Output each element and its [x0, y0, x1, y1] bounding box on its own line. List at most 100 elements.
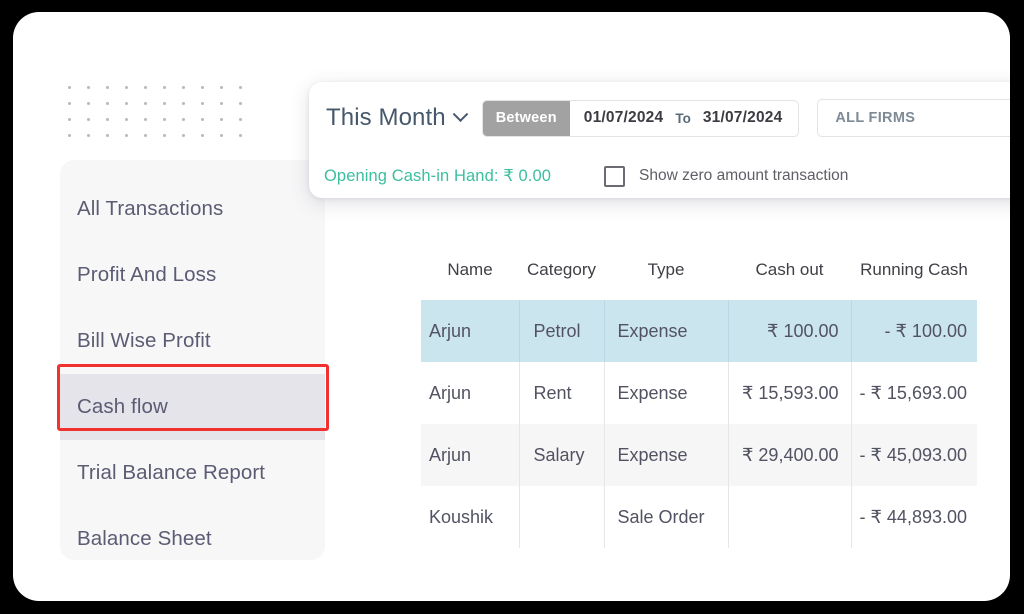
cell-name: Arjun — [421, 424, 520, 486]
dot — [163, 102, 166, 105]
dot — [163, 134, 166, 137]
dot — [220, 102, 223, 105]
cell-category: Petrol — [519, 300, 605, 362]
table-body: Arjun Petrol Expense ₹ 100.00- ₹ 100.00 Arju… — [421, 300, 977, 548]
dot — [220, 86, 223, 89]
dot — [125, 86, 128, 89]
dot — [106, 134, 109, 137]
dot — [239, 102, 242, 105]
cell-name: Arjun — [421, 300, 520, 362]
dot — [220, 134, 223, 137]
cell-category — [519, 486, 605, 548]
firm-select[interactable]: ALL FIRMS — [817, 99, 1010, 137]
sidebar-item-label: All Transactions — [77, 197, 224, 220]
sidebar-item-bill-wise-profit[interactable]: Bill Wise Profit — [60, 308, 325, 374]
dot — [125, 102, 128, 105]
dot — [163, 86, 166, 89]
dot — [87, 86, 90, 89]
filter-panel: This Month Between 01/07/2024 To 31/07/2… — [309, 82, 1010, 198]
cell-name: Arjun — [421, 362, 520, 424]
dot — [201, 134, 204, 137]
date-to-field[interactable]: 31/07/2024 — [694, 101, 799, 136]
table-row[interactable]: Arjun Petrol Expense ₹ 100.00- ₹ 100.00 — [421, 300, 977, 362]
dot — [239, 118, 242, 121]
dot — [182, 86, 185, 89]
app-card: All Transactions Profit And Loss Bill Wise… — [13, 12, 1010, 601]
filter-row-secondary: Opening Cash-in Hand: ₹ 0.00 Show zero a… — [309, 154, 1010, 198]
dot — [163, 118, 166, 121]
dot — [87, 134, 90, 137]
cell-type: Expense — [604, 300, 729, 362]
cell-type: Expense — [604, 362, 729, 424]
cell-name: Koushik — [421, 486, 520, 548]
column-header-name[interactable]: Name — [421, 260, 519, 300]
table-row[interactable]: Koushik Sale Order - ₹ 44,893.00 — [421, 486, 977, 548]
cell-running-cash: - ₹ 100.00 — [851, 300, 977, 362]
sidebar-item-profit-and-loss[interactable]: Profit And Loss — [60, 242, 325, 308]
screen-root: All Transactions Profit And Loss Bill Wise… — [0, 0, 1024, 614]
cell-cash-out: ₹ 29,400.00 — [728, 424, 852, 486]
chevron-down-icon — [452, 105, 468, 122]
column-header-category[interactable]: Category — [519, 260, 604, 300]
sidebar-item-label: Bill Wise Profit — [77, 329, 211, 352]
cash-flow-table-wrap: Name Category Type Cash out Running Cash… — [421, 260, 1010, 548]
cash-flow-table: Name Category Type Cash out Running Cash… — [421, 260, 977, 548]
reports-sidebar: All Transactions Profit And Loss Bill Wise… — [60, 160, 325, 560]
column-header-type[interactable]: Type — [604, 260, 728, 300]
cell-cash-out: ₹ 100.00 — [728, 300, 852, 362]
dot — [201, 118, 204, 121]
firm-select-label: ALL FIRMS — [835, 110, 916, 126]
date-mode-badge[interactable]: Between — [482, 100, 570, 136]
filter-row-primary: This Month Between 01/07/2024 To 31/07/2… — [309, 82, 1010, 154]
dot — [239, 86, 242, 89]
table-row[interactable]: Arjun Rent Expense ₹ 15,593.00 - ₹ 15,693.00 — [421, 362, 977, 424]
cell-category: Salary — [519, 424, 605, 486]
table-row[interactable]: Arjun Salary Expense ₹ 29,400.00- ₹ 45,093.… — [421, 424, 977, 486]
show-zero-amount-toggle[interactable]: Show zero amount transaction — [604, 165, 849, 187]
dot — [125, 134, 128, 137]
dot — [106, 118, 109, 121]
dot — [182, 134, 185, 137]
dot — [144, 102, 147, 105]
dot — [106, 102, 109, 105]
sidebar-item-label: Profit And Loss — [77, 263, 217, 286]
cell-running-cash: - ₹ 45,093.00 — [851, 424, 977, 486]
dot — [201, 102, 204, 105]
dot — [220, 118, 223, 121]
sidebar-item-trial-balance-report[interactable]: Trial Balance Report — [60, 440, 325, 506]
sidebar-item-all-transactions[interactable]: All Transactions — [60, 176, 325, 242]
opening-cash-in-hand: Opening Cash-in Hand: ₹ 0.00 — [324, 167, 552, 185]
date-from-field[interactable]: 01/07/2024 — [570, 101, 673, 136]
dot — [68, 134, 71, 137]
column-header-running-cash[interactable]: Running Cash — [851, 260, 977, 300]
sidebar-item-balance-sheet[interactable]: Balance Sheet — [60, 506, 325, 572]
cell-running-cash: - ₹ 15,693.00 — [859, 382, 967, 403]
dot — [68, 118, 71, 121]
dot — [182, 118, 185, 121]
dot — [144, 134, 147, 137]
cell-running-cash: - ₹ 44,893.00 — [859, 506, 967, 527]
column-header-cash-out[interactable]: Cash out — [728, 260, 851, 300]
date-range-control[interactable]: Between 01/07/2024 To 31/07/2024 — [481, 99, 800, 137]
dot — [144, 118, 147, 121]
sidebar-item-label: Cash flow — [77, 395, 168, 418]
dot — [144, 86, 147, 89]
period-select-label: This Month — [326, 104, 446, 131]
sidebar-item-label: Trial Balance Report — [77, 461, 266, 484]
show-zero-checkbox[interactable] — [604, 165, 626, 187]
dot — [239, 134, 242, 137]
cell-cash-out: ₹ 15,593.00 — [728, 362, 852, 424]
cell-category: Rent — [519, 362, 605, 424]
period-select[interactable]: This Month — [326, 104, 468, 132]
dot — [106, 86, 109, 89]
cell-cash-out — [728, 486, 852, 548]
dot-grid-icon — [68, 86, 258, 150]
dot — [68, 86, 71, 89]
sidebar-item-cash-flow[interactable]: Cash flow — [60, 374, 325, 440]
table-header-row: Name Category Type Cash out Running Cash — [421, 260, 977, 300]
cell-type: Sale Order — [604, 486, 729, 548]
dot — [68, 102, 71, 105]
dot — [125, 118, 128, 121]
cell-type: Expense — [604, 424, 729, 486]
show-zero-label: Show zero amount transaction — [639, 167, 849, 184]
